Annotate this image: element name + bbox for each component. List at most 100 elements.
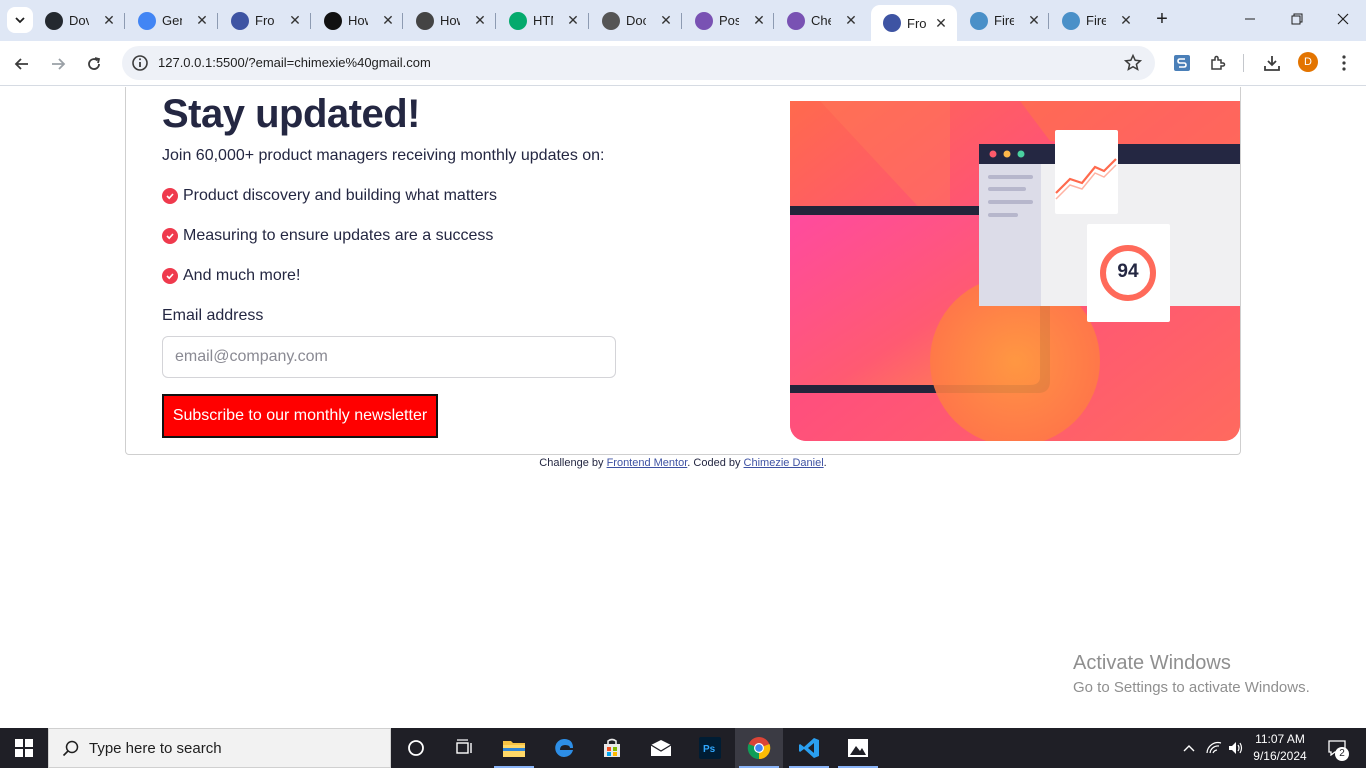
close-tab-icon[interactable]: ✕ <box>194 12 210 29</box>
github-icon <box>45 11 63 30</box>
close-tab-icon[interactable]: ✕ <box>287 12 303 29</box>
start-button[interactable] <box>0 728 48 768</box>
check-icon <box>162 228 178 244</box>
browser-menu-button[interactable] <box>1333 52 1355 74</box>
vscode-app[interactable] <box>785 728 833 768</box>
gemini-icon <box>138 11 156 30</box>
browser-tab[interactable]: HTM ✕ <box>497 6 589 35</box>
extension-s-button[interactable] <box>1171 52 1193 74</box>
close-tab-icon[interactable]: ✕ <box>472 12 488 29</box>
network-button[interactable] <box>1203 728 1225 768</box>
hero-illustration: 94 <box>790 101 1240 441</box>
volume-icon <box>1229 742 1243 754</box>
feature-item: And much more! <box>162 266 300 286</box>
extensions-button[interactable] <box>1207 52 1229 74</box>
clock-time: 11:07 AM <box>1255 732 1305 746</box>
frontend-mentor-icon <box>883 14 901 32</box>
arrow-right-icon <box>52 58 66 70</box>
minimize-button[interactable] <box>1238 8 1262 32</box>
forward-button[interactable] <box>45 51 71 77</box>
url-text[interactable]: 127.0.0.1:5500/?email=chimexie%40gmail.c… <box>158 55 431 70</box>
notification-count: 2 <box>1335 747 1349 761</box>
info-icon[interactable] <box>130 53 150 73</box>
edge-app[interactable] <box>540 728 588 768</box>
svg-text:Ps: Ps <box>703 744 716 755</box>
mail-app[interactable] <box>637 728 685 768</box>
close-tab-icon[interactable]: ✕ <box>751 12 767 29</box>
subscribe-button[interactable]: Subscribe to our monthly newsletter <box>162 394 438 438</box>
taskbar-search[interactable]: Type here to search <box>48 728 391 768</box>
attribution-middle: . Coded by <box>687 457 744 469</box>
tab-title: How <box>440 13 460 28</box>
bootstrap-icon <box>695 11 713 30</box>
close-tab-icon[interactable]: ✕ <box>380 12 396 29</box>
browser-tab[interactable]: Fron ✕ <box>219 6 311 35</box>
chevron-up-icon <box>1183 745 1195 752</box>
extension-s-icon <box>1174 55 1190 71</box>
taskbar-search-placeholder[interactable]: Type here to search <box>89 740 222 757</box>
mail-icon <box>650 740 672 756</box>
volume-button[interactable] <box>1226 728 1246 768</box>
watermark-title: Activate Windows <box>1073 652 1231 674</box>
back-button[interactable] <box>9 51 35 77</box>
close-tab-icon[interactable]: ✕ <box>101 12 117 29</box>
feature-text: Measuring to ensure updates are a succes… <box>183 227 494 244</box>
browser-tab[interactable]: Dov ✕ <box>33 6 125 35</box>
chrome-app[interactable] <box>735 728 783 768</box>
browser-tab[interactable]: Fire ✕ <box>1050 6 1142 35</box>
email-label: Email address <box>162 307 264 324</box>
browser-tab[interactable]: Fire ✕ <box>958 6 1050 35</box>
tab-separator <box>681 13 682 29</box>
browser-tab[interactable]: How ✕ <box>312 6 404 35</box>
profile-avatar[interactable]: D <box>1298 52 1318 72</box>
restore-button[interactable] <box>1285 8 1309 32</box>
photoshop-app[interactable]: Ps <box>686 728 734 768</box>
taskbar-clock[interactable]: 11:07 AM 9/16/2024 <box>1244 731 1316 765</box>
task-view-button[interactable] <box>440 728 488 768</box>
frontend-mentor-icon <box>231 11 249 30</box>
browser-tab[interactable]: Doc ✕ <box>590 6 682 35</box>
task-view-icon <box>456 739 472 754</box>
browser-tab[interactable]: Che ✕ <box>775 6 867 35</box>
close-tab-icon[interactable]: ✕ <box>565 12 581 29</box>
browser-tab[interactable]: Fron ✕ <box>871 5 957 41</box>
reload-button[interactable] <box>81 51 107 77</box>
close-tab-icon[interactable]: ✕ <box>1118 12 1134 29</box>
tab-separator <box>124 13 125 29</box>
close-tab-icon[interactable]: ✕ <box>1026 12 1042 29</box>
tab-search-button[interactable] <box>7 7 33 33</box>
new-tab-button[interactable]: + <box>1151 9 1173 31</box>
close-window-button[interactable] <box>1331 8 1355 32</box>
photos-app[interactable] <box>834 728 882 768</box>
star-icon[interactable] <box>1123 53 1143 73</box>
check-icon <box>162 268 178 284</box>
watermark-subtitle: Go to Settings to activate Windows. <box>1073 679 1310 696</box>
more-vertical-icon <box>1342 55 1346 71</box>
tab-title: Posi <box>719 13 739 28</box>
windows-logo-icon <box>15 739 33 757</box>
browser-toolbar: 127.0.0.1:5500/?email=chimexie%40gmail.c… <box>0 41 1366 86</box>
tab-separator <box>310 13 311 29</box>
author-link[interactable]: Chimezie Daniel <box>744 457 824 469</box>
cortana-icon <box>408 740 424 756</box>
tab-strip: Dov✕Gen✕Fron✕How✕How✕HTM✕Doc✕Posi✕Che✕Fr… <box>0 0 1366 41</box>
store-app[interactable] <box>588 728 636 768</box>
browser-tab[interactable]: Gen ✕ <box>126 6 218 35</box>
tab-title: Che <box>811 13 831 28</box>
close-tab-icon[interactable]: ✕ <box>658 12 674 29</box>
close-tab-icon[interactable]: ✕ <box>933 15 949 32</box>
close-tab-icon[interactable]: ✕ <box>843 12 859 29</box>
browser-tab[interactable]: How ✕ <box>404 6 496 35</box>
notification-center-button[interactable]: 2 <box>1322 728 1352 768</box>
hero-graphic <box>790 101 1240 441</box>
show-hidden-icons-button[interactable] <box>1179 728 1199 768</box>
email-input[interactable] <box>162 336 616 378</box>
chevron-down-icon <box>15 17 25 24</box>
file-explorer-app[interactable] <box>490 728 538 768</box>
browser-tab[interactable]: Posi ✕ <box>683 6 775 35</box>
downloads-button[interactable] <box>1261 52 1283 74</box>
cortana-button[interactable] <box>392 728 440 768</box>
frontend-mentor-link[interactable]: Frontend Mentor <box>607 457 688 469</box>
toolbar-divider <box>1243 54 1244 72</box>
address-bar[interactable]: 127.0.0.1:5500/?email=chimexie%40gmail.c… <box>122 46 1155 80</box>
